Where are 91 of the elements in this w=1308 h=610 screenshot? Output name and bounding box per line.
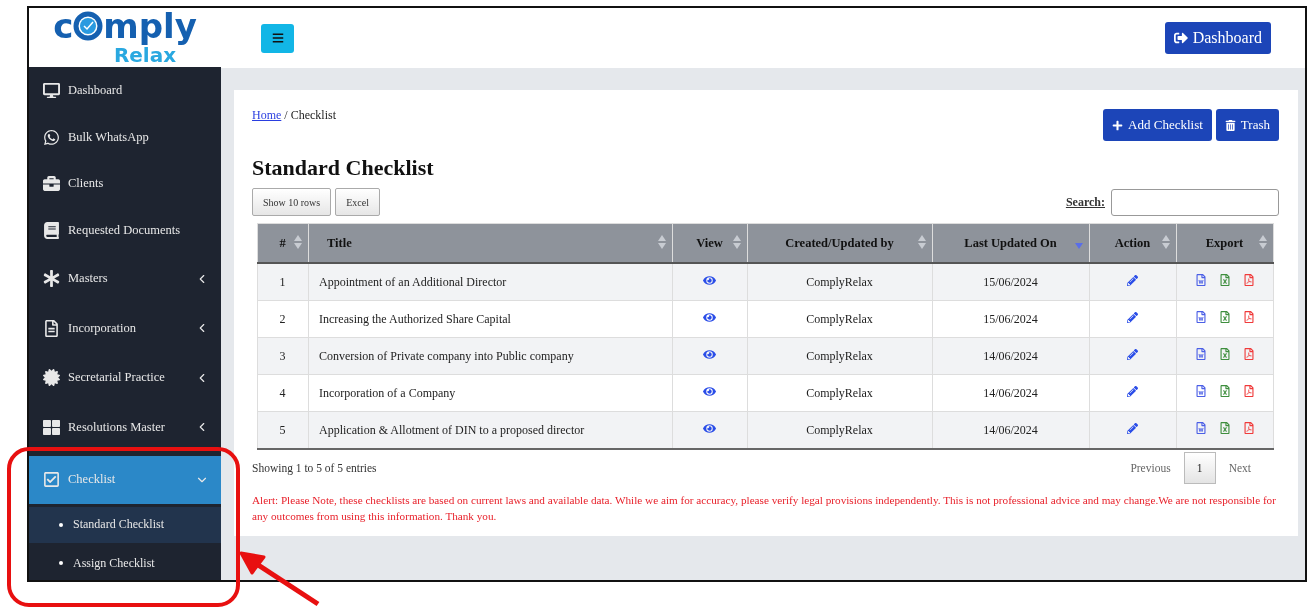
search-field[interactable] — [1111, 188, 1279, 216]
asterisk-icon — [43, 270, 60, 288]
plus-icon — [1112, 119, 1124, 131]
column-header[interactable]: Last Updated On — [932, 223, 1090, 263]
sidebar-item[interactable]: Incorporation — [29, 303, 221, 353]
column-header[interactable]: Created/Updated by — [747, 223, 933, 263]
word-file-icon[interactable] — [1194, 274, 1207, 286]
sidebar-item[interactable]: Clients — [29, 160, 221, 208]
column-header[interactable]: Export — [1176, 223, 1274, 263]
pencil-icon[interactable] — [1127, 385, 1138, 397]
pencil-icon[interactable] — [1127, 348, 1138, 360]
dashboard-button[interactable]: Dashboard — [1164, 22, 1271, 54]
pdf-file-icon[interactable] — [1242, 311, 1255, 323]
submenu-item[interactable]: Assign Checklist — [29, 546, 221, 580]
column-header[interactable]: View — [672, 223, 748, 263]
column-header[interactable]: Action — [1089, 223, 1177, 263]
home-link[interactable]: Home — [252, 108, 282, 122]
eye-icon[interactable] — [703, 347, 716, 361]
breadcrumb: Home / Checklist — [252, 108, 336, 123]
table-cell: 3 — [257, 337, 309, 375]
sign-out-icon — [1173, 31, 1188, 45]
briefcase-icon — [43, 175, 60, 193]
word-file-icon[interactable] — [1194, 348, 1207, 360]
table-cell: 14/06/2024 — [932, 374, 1090, 412]
pencil-icon[interactable] — [1127, 422, 1138, 434]
book-icon — [43, 222, 60, 239]
column-header[interactable]: # — [257, 223, 309, 263]
sidebar-item[interactable]: Requested Documents — [29, 207, 221, 254]
column-header[interactable]: Title — [308, 223, 673, 263]
pdf-file-icon[interactable] — [1242, 385, 1255, 397]
table-cell: 4 — [257, 374, 309, 412]
word-file-icon[interactable] — [1194, 422, 1207, 434]
sidebar-item[interactable]: Masters — [29, 253, 221, 304]
logo-text: mply — [103, 8, 197, 46]
table-cell: ComplyRelax — [747, 337, 933, 375]
menu-button[interactable] — [261, 23, 294, 53]
search-label: Search: — [1065, 194, 1105, 210]
table-cell: 5 — [257, 411, 309, 449]
table-cell: ComplyRelax — [747, 263, 933, 301]
eye-icon[interactable] — [703, 384, 716, 398]
checkbox-icon — [43, 471, 60, 489]
table-cell: 15/06/2024 — [932, 263, 1090, 301]
rows-button[interactable]: Show 10 rows — [252, 188, 332, 216]
trash-button[interactable]: Trash — [1215, 109, 1279, 141]
excel-button[interactable]: Excel — [335, 188, 380, 216]
table-cell: ComplyRelax — [747, 374, 933, 412]
add-checklist-button[interactable]: Add Checklist — [1103, 109, 1212, 141]
badge-icon — [43, 369, 60, 387]
table-cell: Application & Allotment of DIN to a proposed director — [308, 411, 673, 449]
excel-file-icon[interactable] — [1218, 274, 1231, 286]
entries-info: Showing 1 to 5 of 5 entries — [252, 462, 377, 474]
word-file-icon[interactable] — [1194, 311, 1207, 323]
table-cell: Incorporation of a Company — [308, 374, 673, 412]
pdf-file-icon[interactable] — [1242, 422, 1255, 434]
table-cell: Appointment of an Additional Director — [308, 263, 673, 301]
alert-text: Alert: Please Note, these checklists are based on current laws and available data. While we aim for accuracy, please verify legal provisions independently. This is not professional advice and may change.We are not responsible for any outcomes from using this information. Thank you. — [252, 493, 1277, 524]
menu-icon — [271, 32, 284, 44]
grid-icon — [43, 418, 60, 436]
table-cell: 14/06/2024 — [932, 411, 1090, 449]
pdf-file-icon[interactable] — [1242, 274, 1255, 286]
table-cell: 14/06/2024 — [932, 337, 1090, 375]
excel-file-icon[interactable] — [1218, 422, 1231, 434]
trash-icon — [1224, 119, 1236, 131]
submenu-item[interactable]: Standard Checklist — [29, 506, 221, 544]
excel-file-icon[interactable] — [1218, 348, 1231, 360]
table-cell: 15/06/2024 — [932, 300, 1090, 338]
eye-icon[interactable] — [703, 273, 716, 287]
pencil-icon[interactable] — [1127, 311, 1138, 323]
eye-icon[interactable] — [703, 310, 716, 324]
table-cell: ComplyRelax — [747, 411, 933, 449]
sidebar-item[interactable]: Bulk WhatsApp — [29, 114, 221, 161]
page-title: Standard Checklist — [252, 155, 435, 181]
sidebar-item[interactable]: Dashboard — [29, 67, 221, 115]
monitor-icon — [43, 82, 60, 100]
table-cell: Conversion of Private company into Public company — [308, 337, 673, 375]
document-icon — [43, 319, 60, 337]
table-cell: Increasing the Authorized Share Capital — [308, 300, 673, 338]
table-cell: 1 — [257, 263, 309, 301]
excel-file-icon[interactable] — [1218, 311, 1231, 323]
table-cell: 2 — [257, 300, 309, 338]
logo-text: c — [53, 8, 74, 46]
eye-icon[interactable] — [703, 421, 716, 435]
word-file-icon[interactable] — [1194, 385, 1207, 397]
page-button[interactable]: 1 — [1183, 452, 1216, 484]
excel-file-icon[interactable] — [1218, 385, 1231, 397]
table-cell: ComplyRelax — [747, 300, 933, 338]
sidebar-item[interactable]: Resolutions Master — [29, 402, 221, 453]
chat-bubble-icon — [43, 128, 60, 146]
pdf-file-icon[interactable] — [1242, 348, 1255, 360]
sidebar-item[interactable]: Secretarial Practice — [29, 352, 221, 403]
pencil-icon[interactable] — [1127, 274, 1138, 286]
